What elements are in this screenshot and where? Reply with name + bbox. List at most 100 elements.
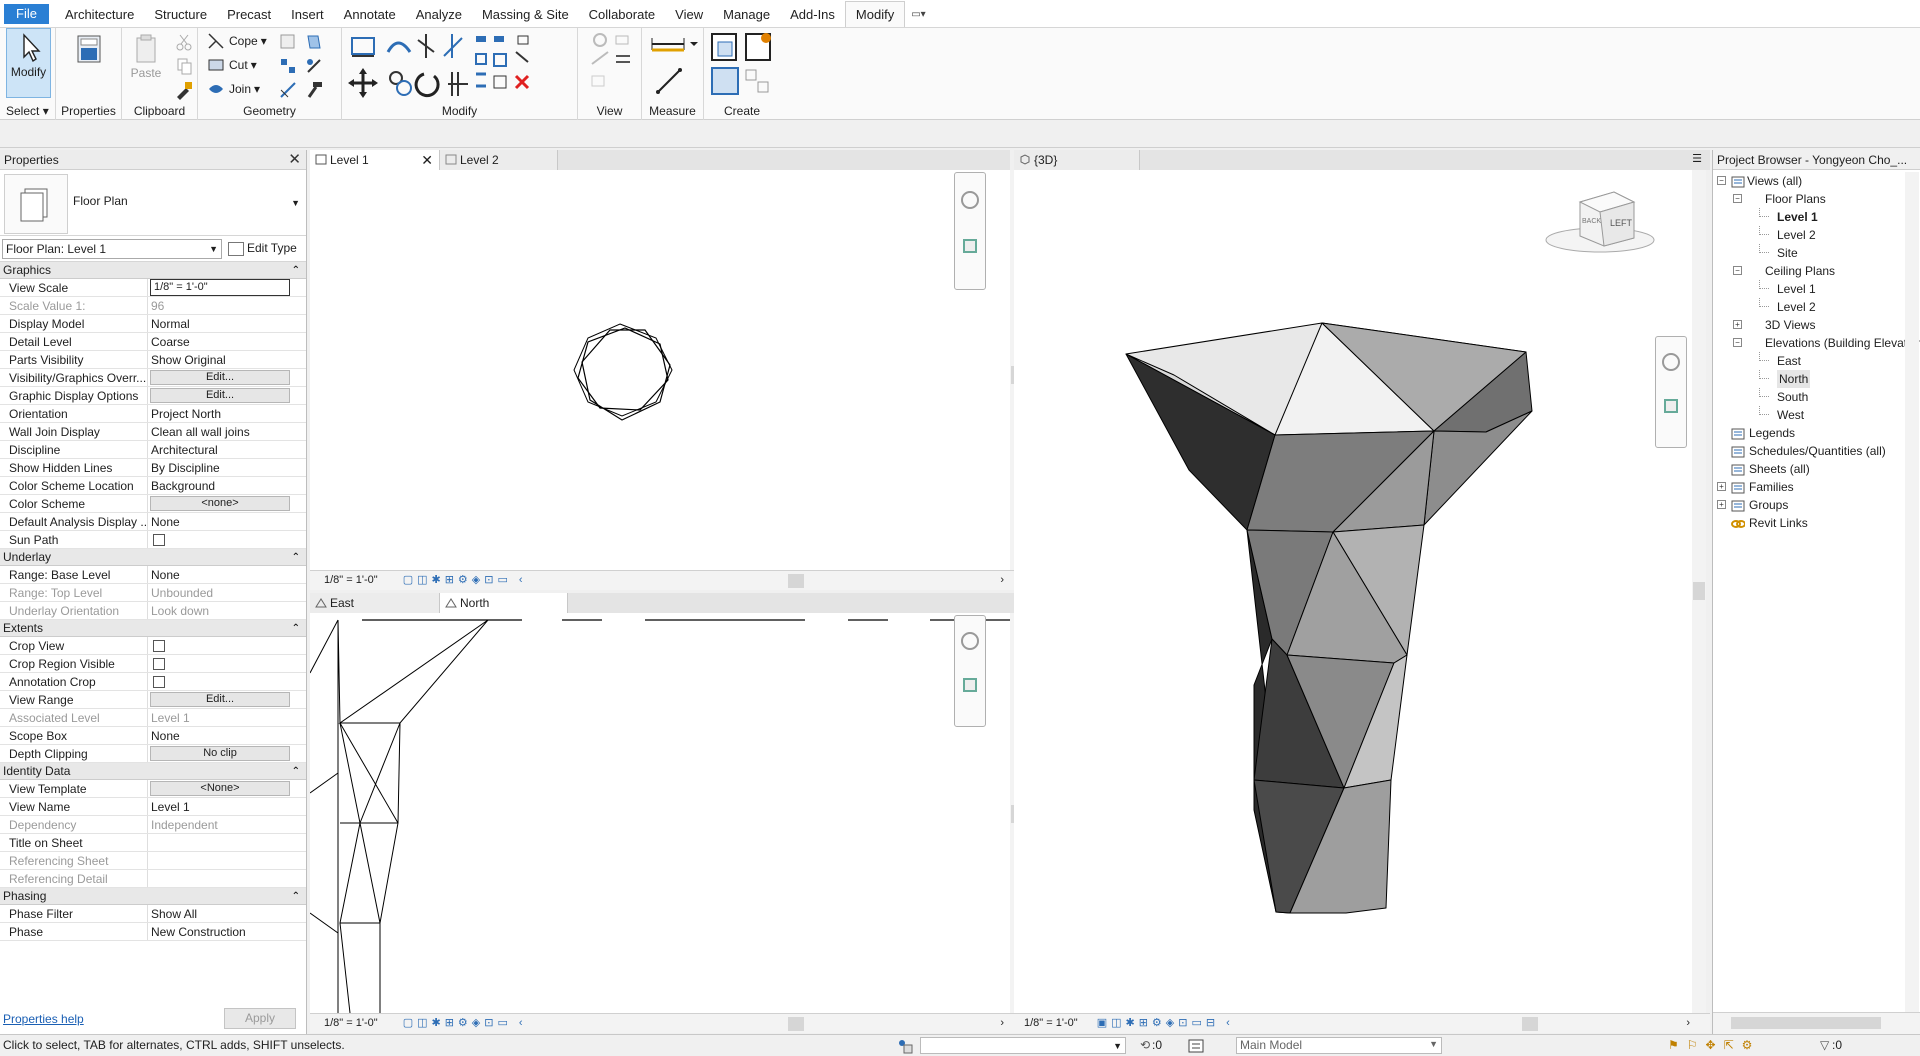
browser-item-schedules-quantities-all-[interactable]: Schedules/Quantities (all) xyxy=(1713,442,1907,460)
browser-item-elevations-building-elevation[interactable]: − Elevations (Building Elevation xyxy=(1713,334,1920,352)
east-horizontal-scroll-thumb[interactable] xyxy=(788,1017,804,1031)
tab-analyze[interactable]: Analyze xyxy=(406,3,472,27)
expand-icon[interactable]: + xyxy=(1717,500,1726,509)
collapse-icon[interactable]: − xyxy=(1733,338,1742,347)
property-value[interactable]: Show All xyxy=(148,905,292,922)
collapse-icon[interactable]: ⌃ xyxy=(292,549,300,566)
modify-button[interactable]: Modify xyxy=(6,28,51,98)
browser-item-level-2[interactable]: Level 2 xyxy=(1713,298,1907,316)
property-value[interactable]: None xyxy=(148,513,292,530)
match-type-icon[interactable] xyxy=(174,80,194,100)
edit-type-button[interactable]: Edit Type xyxy=(228,239,304,259)
category-underlay[interactable]: Underlay ⌃ xyxy=(0,549,306,566)
browser-item-west[interactable]: West xyxy=(1713,406,1907,424)
view-scale[interactable]: 1/8" = 1'-0" xyxy=(310,1017,378,1029)
cut-button[interactable]: Cut ▾ xyxy=(206,54,257,76)
join-button[interactable]: Join ▾ xyxy=(206,78,260,100)
view-control-icons[interactable]: ▢◫✱⊞⚙◈⊡▭ ‹ xyxy=(381,1017,527,1029)
view-scale[interactable]: 1/8" = 1'-0" xyxy=(1014,1017,1078,1029)
steering-wheel-icon[interactable] xyxy=(961,191,979,209)
tab-annotate[interactable]: Annotate xyxy=(334,3,406,27)
split-face-icon[interactable] xyxy=(278,32,298,52)
navigation-bar[interactable] xyxy=(954,615,986,727)
zoom-icon[interactable] xyxy=(1664,399,1678,413)
property-edit-button[interactable]: Edit... xyxy=(150,692,290,707)
level-1-view-canvas[interactable] xyxy=(310,170,1010,570)
type-selector[interactable]: Floor Plan ▼ xyxy=(0,170,306,236)
tab-add-ins[interactable]: Add-Ins xyxy=(780,3,845,27)
cope-button[interactable]: Cope ▾ xyxy=(206,30,267,52)
property-checkbox[interactable] xyxy=(153,676,165,688)
zoom-icon[interactable] xyxy=(963,678,977,692)
property-edit-button[interactable]: <None> xyxy=(150,781,290,796)
property-value[interactable]: <None> xyxy=(148,780,292,797)
demolish-icon[interactable] xyxy=(304,56,324,76)
wall-joins-icon[interactable] xyxy=(278,56,298,76)
browser-item-level-1[interactable]: Level 1 xyxy=(1713,208,1907,226)
paint-icon[interactable] xyxy=(304,32,324,52)
apply-button[interactable]: Apply xyxy=(224,1008,296,1029)
worksets-icon[interactable] xyxy=(896,1038,914,1054)
tab-level-2[interactable]: Level 2 xyxy=(440,150,558,170)
tab-3d[interactable]: {3D} xyxy=(1014,150,1140,170)
view-control-icons[interactable]: ▢◫✱⊞⚙◈⊡▭ ‹ xyxy=(381,574,527,586)
level-1-horizontal-scroll-thumb[interactable] xyxy=(788,574,804,588)
browser-item-level-1[interactable]: Level 1 xyxy=(1713,280,1907,298)
property-value[interactable]: Level 1 xyxy=(148,798,292,815)
tab-architecture[interactable]: Architecture xyxy=(55,3,144,27)
property-checkbox[interactable] xyxy=(153,658,165,670)
browser-item-level-2[interactable]: Level 2 xyxy=(1713,226,1907,244)
collapse-icon[interactable]: − xyxy=(1733,194,1742,203)
instance-selector[interactable]: Floor Plan: Level 1 ▼ xyxy=(2,239,222,259)
tab-manage[interactable]: Manage xyxy=(713,3,780,27)
property-edit-button[interactable]: Edit... xyxy=(150,370,290,385)
browser-item-sheets-all-[interactable]: Sheets (all) xyxy=(1713,460,1907,478)
viewcube-left-face[interactable]: LEFT xyxy=(1610,218,1632,228)
collapse-icon[interactable]: ⌃ xyxy=(292,763,300,780)
view-tools-icons[interactable] xyxy=(586,30,634,98)
line-work-icon[interactable] xyxy=(278,80,298,100)
measure-tools-icons[interactable] xyxy=(648,30,700,98)
collapse-icon[interactable]: ⌃ xyxy=(292,620,300,637)
collapse-icon[interactable]: ⌃ xyxy=(292,888,300,905)
quick-access-toggle-icon[interactable]: ▭▾ xyxy=(905,3,931,27)
property-value[interactable]: Architectural xyxy=(148,441,292,458)
copy-icon[interactable] xyxy=(174,56,194,76)
browser-item-3d-views[interactable]: +3D Views xyxy=(1713,316,1907,334)
browser-horizontal-scrollbar[interactable] xyxy=(1713,1012,1920,1034)
tab-level-1[interactable]: Level 1 ✕ xyxy=(310,150,440,170)
steering-wheel-icon[interactable] xyxy=(1662,353,1680,371)
view-scale-input[interactable]: 1/8" = 1'-0" xyxy=(150,279,290,296)
property-value[interactable]: Edit... xyxy=(148,691,292,708)
category-graphics[interactable]: Graphics ⌃ xyxy=(0,262,306,279)
3d-vertical-scrollbar[interactable] xyxy=(1692,170,1706,1013)
properties-button[interactable] xyxy=(64,30,114,94)
property-value[interactable]: Show Original xyxy=(148,351,292,368)
property-value[interactable] xyxy=(148,834,292,851)
tab-massing-site[interactable]: Massing & Site xyxy=(472,3,579,27)
viewcube-back-face[interactable]: BACK xyxy=(1582,218,1601,225)
navigation-bar[interactable] xyxy=(1655,336,1687,448)
collapse-icon[interactable]: ⌃ xyxy=(292,262,300,279)
expand-icon[interactable]: + xyxy=(1717,482,1726,491)
property-value[interactable]: Coarse xyxy=(148,333,292,350)
view-menu-icon[interactable]: ☰ xyxy=(1692,152,1702,165)
property-value[interactable] xyxy=(148,637,292,654)
tab-precast[interactable]: Precast xyxy=(217,3,281,27)
collapse-icon[interactable]: − xyxy=(1733,266,1742,275)
property-checkbox[interactable] xyxy=(153,640,165,652)
browser-item-views-all-[interactable]: − Views (all) xyxy=(1713,172,1907,190)
steering-wheel-icon[interactable] xyxy=(961,632,979,650)
select-dropdown[interactable]: Select ▾ xyxy=(0,104,55,118)
browser-item-floor-plans[interactable]: − Floor Plans xyxy=(1713,190,1907,208)
property-value[interactable]: 1/8" = 1'-0" xyxy=(148,279,292,296)
east-view-canvas[interactable] xyxy=(310,613,1010,1013)
tab-collaborate[interactable]: Collaborate xyxy=(579,3,666,27)
tab-file[interactable]: File xyxy=(4,4,49,24)
property-checkbox[interactable] xyxy=(153,534,165,546)
cut-scissors-icon[interactable] xyxy=(174,32,194,52)
viewcube[interactable]: LEFT BACK xyxy=(1542,180,1662,262)
property-value[interactable]: By Discipline xyxy=(148,459,292,476)
property-value[interactable] xyxy=(148,531,292,548)
filter-icon[interactable]: ▽ xyxy=(1820,1035,1829,1056)
